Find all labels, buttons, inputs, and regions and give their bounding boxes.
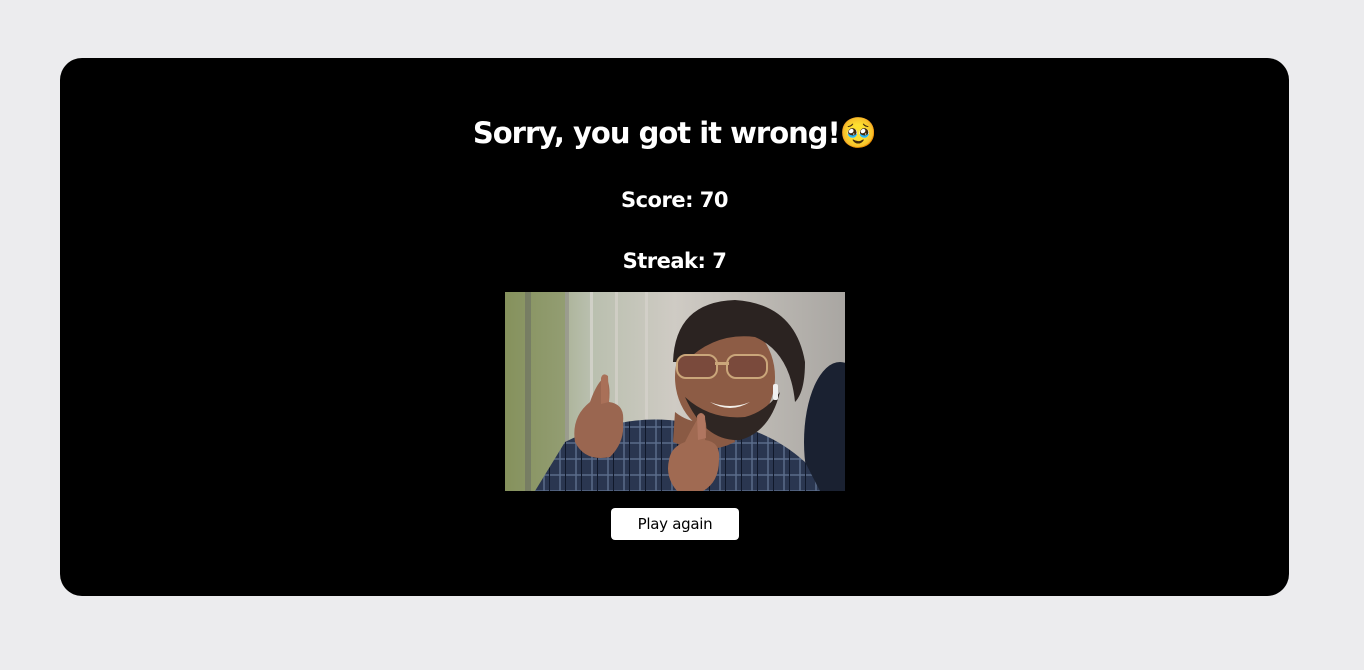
crying-face-emoji: 🥹 — [839, 116, 877, 151]
play-again-button[interactable]: Play again — [611, 508, 739, 540]
result-card: Sorry, you got it wrong!🥹 Score: 70 Stre… — [60, 58, 1289, 596]
result-title-text: Sorry, you got it wrong! — [472, 116, 841, 150]
result-title: Sorry, you got it wrong!🥹 — [60, 113, 1289, 154]
reaction-gif — [505, 292, 845, 491]
streak-text: Streak: 7 — [622, 249, 727, 273]
score-text: Score: 70 — [620, 188, 729, 212]
